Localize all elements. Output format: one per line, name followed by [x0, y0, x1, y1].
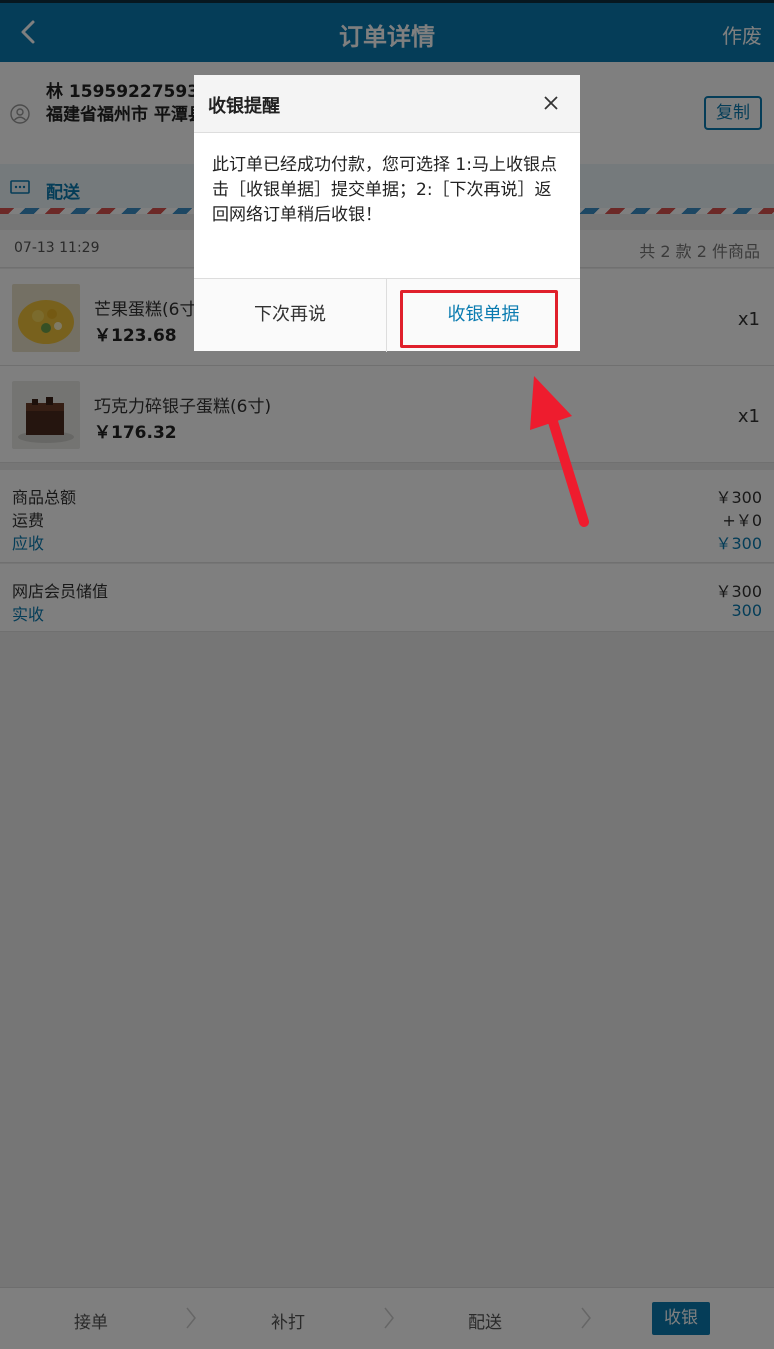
- dialog-title: 收银提醒: [208, 96, 280, 117]
- red-arrow-icon: [530, 376, 589, 527]
- dialog-header: 收银提醒: [194, 75, 580, 133]
- close-icon[interactable]: [544, 96, 558, 110]
- highlight-box: [400, 290, 558, 348]
- later-button[interactable]: 下次再说: [194, 279, 387, 352]
- dialog-message: 此订单已经成功付款，您可选择 1:马上收银点击［收银单据］提交单据；2:［下次再…: [212, 155, 557, 225]
